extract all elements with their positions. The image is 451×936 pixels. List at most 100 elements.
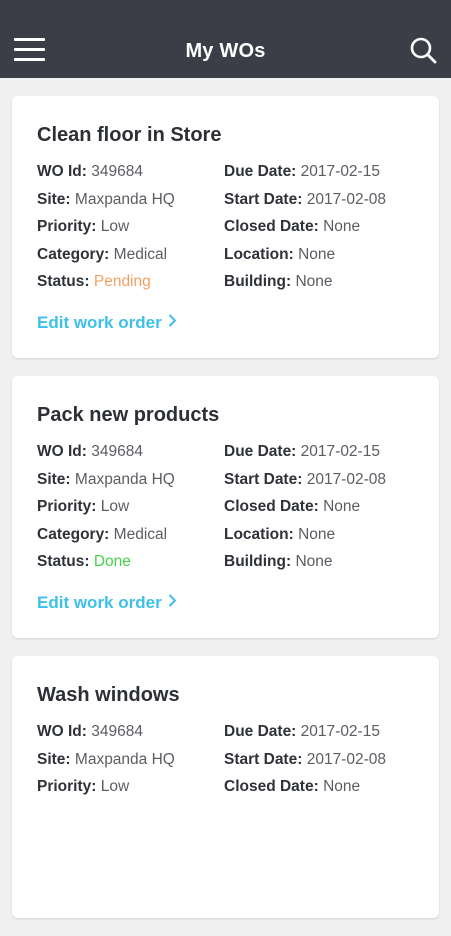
start-date-label: Start Date: — [224, 190, 303, 208]
building-row: Building: None — [224, 553, 386, 581]
status-row: Status: Done — [37, 553, 175, 581]
due-date-row: Due Date: 2017-02-15 — [224, 443, 386, 471]
due-date-label: Due Date: — [224, 723, 297, 740]
due-date-value: 2017-02-15 — [300, 723, 380, 740]
due-date-label: Due Date: — [224, 443, 297, 460]
status-row: Status: Pending — [37, 273, 175, 301]
work-order-list: Clean floor in Store WO Id: 349684 Site:… — [12, 96, 439, 936]
priority-label: Priority: — [37, 498, 97, 516]
building-label: Building: — [224, 553, 292, 571]
building-value: None — [295, 273, 333, 291]
work-order-title: Pack new products — [37, 404, 220, 426]
priority-label: Priority: — [37, 778, 97, 796]
closed-date-label: Closed Date: — [224, 498, 319, 516]
due-date-value: 2017-02-15 — [300, 163, 380, 180]
location-value: None — [298, 525, 336, 543]
wo-id-row: WO Id: 349684 — [37, 723, 175, 751]
due-date-row: Due Date: 2017-02-15 — [224, 163, 386, 191]
wo-id-row: WO Id: 349684 — [37, 163, 175, 191]
chevron-right-icon — [168, 592, 177, 612]
site-row: Site: Maxpanda HQ — [37, 471, 175, 499]
start-date-value: 2017-02-08 — [306, 750, 386, 768]
building-value: None — [295, 553, 333, 571]
wo-id-label: WO Id: — [37, 723, 87, 740]
priority-value: Low — [100, 218, 130, 236]
site-value: Maxpanda HQ — [74, 190, 175, 208]
start-date-row: Start Date: 2017-02-08 — [224, 751, 386, 779]
wo-id-value: 349684 — [91, 443, 143, 460]
closed-date-value: None — [323, 498, 361, 516]
priority-value: Low — [100, 778, 130, 796]
start-date-label: Start Date: — [224, 750, 303, 768]
category-row: Category: Medical — [37, 526, 175, 554]
due-date-row: Due Date: 2017-02-15 — [224, 723, 386, 751]
search-icon[interactable] — [409, 36, 437, 64]
wo-id-value: 349684 — [91, 163, 143, 180]
details-right-column: Due Date: 2017-02-15 Start Date: 2017-02… — [224, 443, 386, 581]
closed-date-value: None — [323, 778, 361, 796]
edit-work-order-label: Edit work order — [37, 313, 162, 332]
priority-row: Priority: Low — [37, 778, 175, 806]
site-label: Site: — [37, 190, 71, 208]
due-date-value: 2017-02-15 — [300, 443, 380, 460]
category-label: Category: — [37, 245, 110, 263]
edit-work-order-link[interactable]: Edit work order — [37, 312, 177, 333]
edit-work-order-link[interactable]: Edit work order — [37, 592, 177, 613]
building-row: Building: None — [224, 273, 386, 301]
start-date-row: Start Date: 2017-02-08 — [224, 471, 386, 499]
site-row: Site: Maxpanda HQ — [37, 191, 175, 219]
site-row: Site: Maxpanda HQ — [37, 751, 175, 779]
location-row: Location: None — [224, 526, 386, 554]
work-order-card: Pack new products WO Id: 349684 Site: Ma… — [12, 376, 439, 638]
details-right-column: Due Date: 2017-02-15 Start Date: 2017-02… — [224, 723, 386, 806]
work-order-title: Wash windows — [37, 684, 180, 706]
details-left-column: WO Id: 349684 Site: Maxpanda HQ Priority… — [37, 443, 175, 581]
closed-date-row: Closed Date: None — [224, 218, 386, 246]
start-date-row: Start Date: 2017-02-08 — [224, 191, 386, 219]
wo-id-label: WO Id: — [37, 163, 87, 180]
closed-date-row: Closed Date: None — [224, 778, 386, 806]
due-date-label: Due Date: — [224, 163, 297, 180]
chevron-right-icon — [168, 312, 177, 332]
details-right-column: Due Date: 2017-02-15 Start Date: 2017-02… — [224, 163, 386, 301]
status-value: Done — [93, 553, 131, 571]
site-label: Site: — [37, 750, 71, 768]
category-value: Medical — [113, 525, 168, 543]
work-order-card: Wash windows WO Id: 349684 Site: Maxpand… — [12, 656, 439, 918]
status-label: Status: — [37, 273, 90, 291]
location-row: Location: None — [224, 246, 386, 274]
priority-row: Priority: Low — [37, 498, 175, 526]
start-date-value: 2017-02-08 — [306, 190, 386, 208]
closed-date-label: Closed Date: — [224, 778, 319, 796]
category-label: Category: — [37, 525, 110, 543]
details-left-column: WO Id: 349684 Site: Maxpanda HQ Priority… — [37, 163, 175, 301]
building-label: Building: — [224, 273, 292, 291]
location-label: Location: — [224, 525, 294, 543]
category-value: Medical — [113, 245, 168, 263]
edit-work-order-label: Edit work order — [37, 593, 162, 612]
page-title: My WOs — [185, 40, 266, 62]
site-value: Maxpanda HQ — [74, 470, 175, 488]
work-order-card: Clean floor in Store WO Id: 349684 Site:… — [12, 96, 439, 358]
work-order-title: Clean floor in Store — [37, 124, 222, 146]
site-label: Site: — [37, 470, 71, 488]
category-row: Category: Medical — [37, 246, 175, 274]
closed-date-row: Closed Date: None — [224, 498, 386, 526]
start-date-label: Start Date: — [224, 470, 303, 488]
closed-date-label: Closed Date: — [224, 218, 319, 236]
location-value: None — [298, 245, 336, 263]
status-value: Pending — [93, 273, 151, 291]
details-left-column: WO Id: 349684 Site: Maxpanda HQ Priority… — [37, 723, 175, 806]
status-label: Status: — [37, 553, 90, 571]
location-label: Location: — [224, 245, 294, 263]
priority-row: Priority: Low — [37, 218, 175, 246]
priority-value: Low — [100, 498, 130, 516]
wo-id-row: WO Id: 349684 — [37, 443, 175, 471]
start-date-value: 2017-02-08 — [306, 470, 386, 488]
wo-id-label: WO Id: — [37, 443, 87, 460]
closed-date-value: None — [323, 218, 361, 236]
wo-id-value: 349684 — [91, 723, 143, 740]
top-bar: My WOs — [0, 0, 451, 78]
priority-label: Priority: — [37, 218, 97, 236]
site-value: Maxpanda HQ — [74, 750, 175, 768]
